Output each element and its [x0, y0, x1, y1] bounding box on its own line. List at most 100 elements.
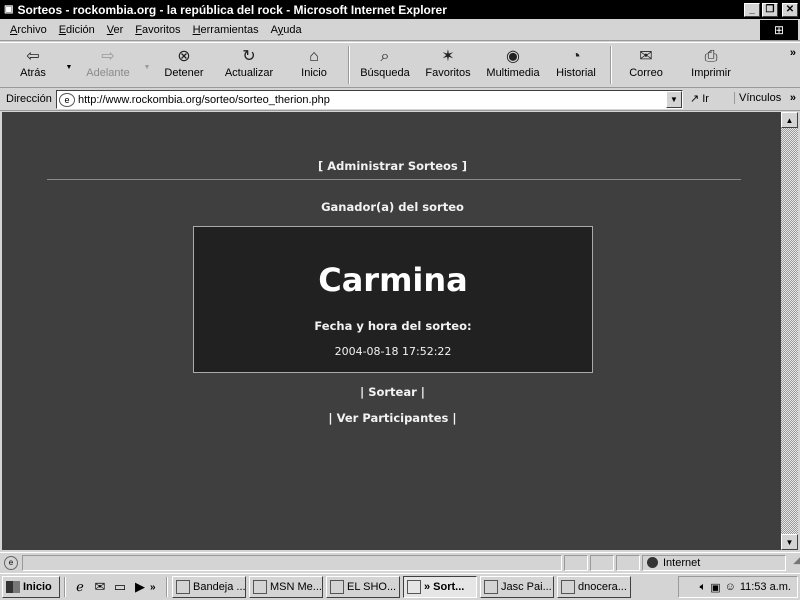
- scroll-down-arrow-icon: ▼: [785, 537, 794, 547]
- address-dropdown-button[interactable]: ▼: [666, 91, 682, 108]
- menu-bar: Archivo Edición Ver Favoritos Herramient…: [0, 19, 800, 41]
- quicklaunch-outlook-icon[interactable]: ✉: [90, 577, 110, 597]
- favorites-folder-icon: ✶: [441, 48, 455, 65]
- quicklaunch-more-button[interactable]: »: [150, 582, 162, 593]
- menu-ayuda[interactable]: Ayuda: [265, 24, 308, 36]
- taskbar-task-button[interactable]: EL SHO...: [326, 576, 400, 598]
- home-icon: ⌂: [309, 48, 319, 65]
- window-controls: _ ❐ ✕: [744, 2, 798, 17]
- home-button[interactable]: ⌂ Inicio: [284, 43, 344, 87]
- taskbar-task-button[interactable]: » Sort...: [403, 576, 477, 598]
- taskbar-separator: [166, 577, 168, 597]
- scroll-up-button[interactable]: ▲: [781, 112, 798, 128]
- stop-icon: ⊗: [177, 48, 191, 65]
- divider: [47, 179, 741, 180]
- toolbar-separator: [348, 46, 350, 84]
- dropdown-arrow-icon: ▼: [670, 95, 678, 104]
- task-label: EL SHO...: [347, 581, 397, 593]
- links-button[interactable]: Vínculos: [734, 92, 781, 104]
- page-icon: e: [59, 92, 75, 107]
- network-icon[interactable]: ▣: [710, 581, 720, 594]
- task-app-icon: [176, 580, 190, 594]
- toolbar-more-button[interactable]: »: [790, 47, 796, 59]
- clock[interactable]: 11:53 a.m.: [740, 581, 791, 593]
- menu-herramientas[interactable]: Herramientas: [187, 24, 265, 36]
- mail-icon: ✉: [639, 48, 653, 65]
- resize-grip-icon[interactable]: ◢: [786, 555, 800, 571]
- media-icon: ◉: [506, 48, 520, 65]
- menu-favoritos[interactable]: Favoritos: [129, 24, 186, 36]
- address-label: Dirección: [6, 93, 52, 105]
- address-box: e ▼: [56, 90, 683, 109]
- stop-button[interactable]: ⊗ Detener: [154, 43, 214, 87]
- links-more-button[interactable]: »: [790, 92, 796, 104]
- dropdown-arrow-icon: ▼: [143, 63, 151, 71]
- menu-ver[interactable]: Ver: [101, 24, 130, 36]
- forward-button[interactable]: ⇨ Adelante: [76, 43, 140, 87]
- ie-icon: ▣: [4, 4, 14, 15]
- taskbar-separator: [64, 577, 66, 597]
- status-cell: [590, 554, 614, 571]
- page-content: [ Administrar Sorteos ] Ganador(a) del s…: [2, 112, 781, 550]
- task-app-icon: [407, 580, 421, 594]
- go-arrow-icon: ↗: [690, 93, 700, 105]
- forward-dropdown[interactable]: ▼: [140, 43, 154, 87]
- security-zone: Internet: [642, 554, 786, 571]
- task-app-icon: [561, 580, 575, 594]
- close-button[interactable]: ✕: [782, 2, 798, 17]
- menu-edicion[interactable]: Edición: [53, 24, 101, 36]
- minimize-button[interactable]: _: [744, 2, 760, 17]
- view-participants-link[interactable]: | Ver Participantes |: [3, 411, 782, 425]
- status-cell: [616, 554, 640, 571]
- scroll-down-button[interactable]: ▼: [781, 534, 798, 550]
- admin-raffles-link[interactable]: [ Administrar Sorteos ]: [3, 159, 782, 173]
- print-button[interactable]: ⎙ Imprimir: [676, 43, 746, 87]
- taskbar: Inicio ℯ ✉ ▭ ▶ » Bandeja ... MSN Me... EL …: [0, 573, 800, 600]
- status-bar: e Internet ◢: [0, 552, 800, 572]
- favorites-button[interactable]: ✶ Favoritos: [416, 43, 480, 87]
- media-button[interactable]: ◉ Multimedia: [480, 43, 546, 87]
- windows-logo-icon: ⊞: [760, 20, 798, 40]
- address-input[interactable]: [78, 93, 666, 106]
- back-dropdown[interactable]: ▼: [62, 43, 76, 87]
- history-button[interactable]: ◔ Historial: [546, 43, 606, 87]
- refresh-button[interactable]: ↻ Actualizar: [214, 43, 284, 87]
- page-status-icon: e: [4, 555, 18, 570]
- winner-name: Carmina: [318, 261, 468, 299]
- volume-icon[interactable]: 🔈︎: [700, 581, 707, 594]
- taskbar-task-button[interactable]: MSN Me...: [249, 576, 323, 598]
- vertical-scrollbar[interactable]: ▲ ▼: [781, 112, 798, 550]
- close-icon: ✕: [785, 4, 795, 15]
- search-button[interactable]: ⌕ Búsqueda: [354, 43, 416, 87]
- quicklaunch-ie-icon[interactable]: ℯ: [70, 577, 90, 597]
- dropdown-arrow-icon: ▼: [65, 63, 73, 71]
- forward-arrow-icon: ⇨: [101, 48, 115, 65]
- menu-archivo[interactable]: Archivo: [4, 24, 53, 36]
- maximize-icon: ❐: [765, 4, 775, 15]
- maximize-button[interactable]: ❐: [762, 2, 778, 17]
- start-button[interactable]: Inicio: [2, 576, 60, 598]
- task-app-icon: [330, 580, 344, 594]
- refresh-icon: ↻: [242, 48, 256, 65]
- messenger-icon[interactable]: ☺: [725, 581, 736, 593]
- windows-flag-icon: [6, 581, 20, 593]
- task-label: » Sort...: [424, 581, 465, 593]
- go-button[interactable]: ↗ Ir: [690, 92, 709, 106]
- toolbar-separator: [610, 46, 612, 84]
- taskbar-task-button[interactable]: dnocera...: [557, 576, 631, 598]
- mail-button[interactable]: ✉ Correo: [616, 43, 676, 87]
- taskbar-task-button[interactable]: Bandeja ...: [172, 576, 246, 598]
- quicklaunch-media-icon[interactable]: ▶: [130, 577, 150, 597]
- scroll-up-arrow-icon: ▲: [785, 115, 794, 125]
- taskbar-task-button[interactable]: Jasc Pai...: [480, 576, 554, 598]
- status-cell: [564, 554, 588, 571]
- address-bar: Dirección e ▼ ↗ Ir Vínculos »: [0, 88, 800, 111]
- quicklaunch-desktop-icon[interactable]: ▭: [110, 577, 130, 597]
- title-bar: ▣ Sorteos - rockombia.org - la república…: [0, 0, 800, 19]
- draw-link[interactable]: | Sortear |: [3, 385, 782, 399]
- window-title: Sorteos - rockombia.org - la república d…: [17, 2, 447, 17]
- task-app-icon: [253, 580, 267, 594]
- minimize-icon: _: [749, 4, 755, 15]
- back-button[interactable]: ⇦ Atrás: [4, 43, 62, 87]
- zone-label: Internet: [663, 556, 701, 569]
